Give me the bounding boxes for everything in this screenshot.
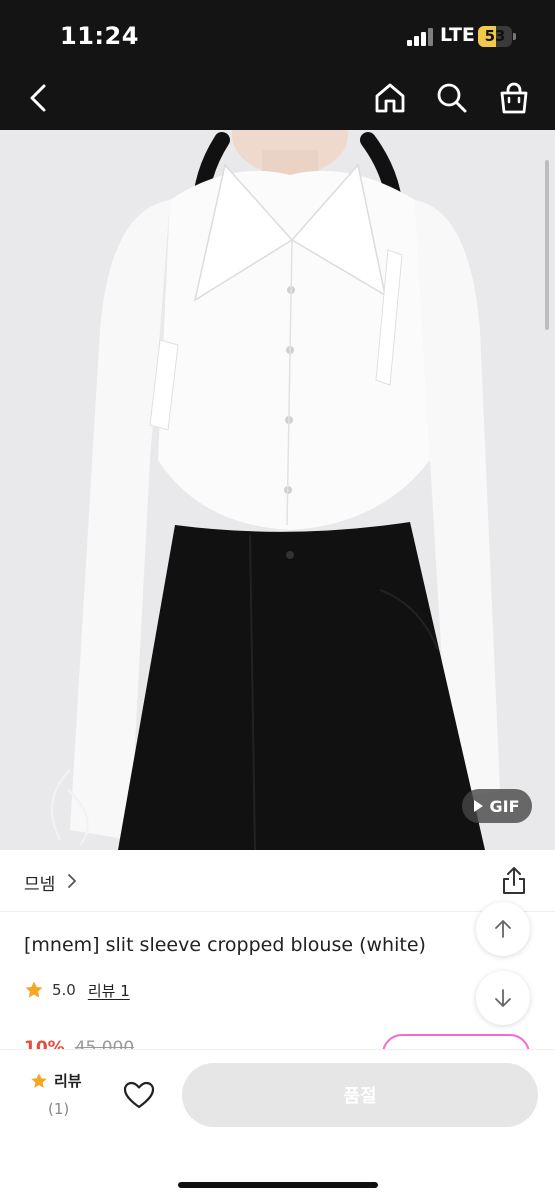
- review-link[interactable]: 리뷰 1: [88, 980, 130, 1001]
- home-icon: [375, 83, 405, 113]
- top-bar: 11:24 LTE 53: [0, 0, 555, 130]
- rating-value: 5.0: [52, 981, 76, 999]
- search-icon: [437, 83, 467, 113]
- signal-icon: [407, 28, 433, 46]
- cart-button[interactable]: [496, 80, 532, 116]
- arrow-down-icon: [495, 989, 511, 1007]
- arrow-up-icon: [495, 920, 511, 938]
- gif-label: GIF: [489, 796, 520, 816]
- play-icon: [474, 800, 484, 812]
- battery-level: 53: [484, 27, 506, 45]
- shopping-bag-icon: [500, 82, 528, 114]
- search-button[interactable]: [434, 80, 470, 116]
- sold-out-button[interactable]: 품절: [182, 1063, 538, 1127]
- status-time: 11:24: [60, 22, 139, 50]
- chevron-right-icon: [68, 874, 76, 888]
- chevron-left-icon: [30, 84, 46, 112]
- star-icon: [25, 981, 43, 998]
- product-photo: [0, 130, 555, 850]
- brand-row[interactable]: 므넴: [0, 850, 555, 912]
- share-button[interactable]: [500, 866, 528, 896]
- scroll-up-button[interactable]: [476, 902, 530, 956]
- image-scroll-indicator: [545, 160, 549, 330]
- share-icon: [503, 867, 525, 894]
- home-button[interactable]: [372, 80, 408, 116]
- battery-icon: 53: [478, 26, 516, 47]
- bottom-review-button[interactable]: 리뷰 (1): [30, 1070, 100, 1124]
- home-indicator: [178, 1182, 378, 1188]
- scroll-down-button[interactable]: [476, 971, 530, 1025]
- like-button[interactable]: [122, 1080, 156, 1110]
- star-icon: [31, 1072, 47, 1088]
- bottom-review-count: (1): [48, 1100, 70, 1118]
- product-image[interactable]: GIF: [0, 130, 555, 850]
- gif-badge[interactable]: GIF: [462, 789, 532, 823]
- product-title: [mnem] slit sleeve cropped blouse (white…: [24, 934, 426, 956]
- back-button[interactable]: [22, 80, 58, 116]
- rating-row: 5.0 리뷰 1: [24, 978, 130, 1002]
- brand-name[interactable]: 므넴: [24, 870, 55, 895]
- network-label: LTE: [440, 24, 475, 46]
- heart-icon: [123, 1081, 155, 1109]
- bottom-review-label: 리뷰: [54, 1072, 82, 1090]
